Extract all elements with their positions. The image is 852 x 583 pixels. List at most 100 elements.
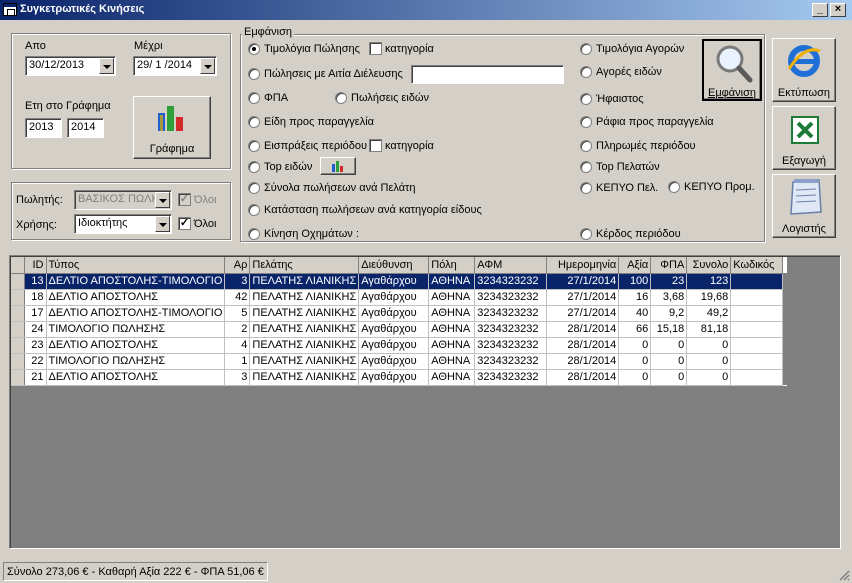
table-cell[interactable]: ΑΘΗΝΑ — [428, 273, 476, 290]
table-cell[interactable]: 4 — [224, 337, 251, 354]
seller-select[interactable]: ΒΑΣΙΚΟΣ ΠΩΛΗ — [74, 190, 172, 210]
table-cell[interactable]: ΑΘΗΝΑ — [428, 289, 476, 306]
table-cell[interactable]: 3234323232 — [474, 369, 548, 386]
table-cell[interactable]: Αγαθάρχου — [358, 305, 430, 322]
table-cell[interactable]: 0 — [650, 353, 688, 370]
to-date-picker[interactable]: 29/ 1 /2014 — [133, 56, 217, 76]
table-cell[interactable]: ΠΕΛΑΤΗΣ ΛΙΑΝΙΚΗΣ — [249, 369, 360, 386]
table-cell[interactable]: 0 — [618, 369, 652, 386]
category1-checkbox[interactable] — [369, 42, 382, 55]
radio-period-profit[interactable] — [580, 228, 592, 240]
table-cell[interactable]: 3234323232 — [474, 321, 548, 338]
table-cell[interactable]: ΑΘΗΝΑ — [428, 353, 476, 370]
table-cell[interactable]: Αγαθάρχου — [358, 321, 430, 338]
radio-vat[interactable] — [248, 92, 260, 104]
table-cell[interactable]: 28/1/2014 — [546, 369, 620, 386]
table-cell[interactable]: 123 — [686, 273, 732, 290]
table-cell[interactable]: ΠΕΛΑΤΗΣ ΛΙΑΝΙΚΗΣ — [249, 289, 360, 306]
table-cell[interactable]: 22 — [24, 353, 47, 370]
table-cell[interactable]: 49,2 — [686, 305, 732, 322]
table-cell[interactable] — [730, 337, 784, 354]
user-select[interactable]: Ιδιοκτήτης — [74, 214, 172, 234]
table-cell[interactable]: Αγαθάρχου — [358, 273, 430, 290]
table-cell[interactable]: ΔΕΛΤΙΟ ΑΠΟΣΤΟΛΗΣ — [46, 337, 226, 354]
row-indicator[interactable] — [11, 337, 25, 354]
table-cell[interactable] — [730, 273, 784, 290]
column-header[interactable]: ΑΦΜ — [474, 257, 548, 274]
table-cell[interactable] — [730, 353, 784, 370]
table-cell[interactable]: 19,68 — [686, 289, 732, 306]
radio-top-items[interactable] — [248, 161, 260, 173]
accounting-button[interactable]: Λογιστής — [772, 174, 836, 238]
table-row[interactable]: 23 ΔΕΛΤΙΟ ΑΠΟΣΤΟΛΗΣ 4 ΠΕΛΑΤΗΣ ΛΙΑΝΙΚΗΣ Αγαθά… — [11, 337, 788, 354]
radio-kepyo-sales[interactable] — [580, 182, 592, 194]
radio-sales-per-customer[interactable] — [248, 182, 260, 194]
table-cell[interactable]: ΔΕΛΤΙΟ ΑΠΟΣΤΟΛΗΣ — [46, 369, 226, 386]
table-cell[interactable]: ΠΕΛΑΤΗΣ ΛΙΑΝΙΚΗΣ — [249, 353, 360, 370]
table-cell[interactable]: 28/1/2014 — [546, 321, 620, 338]
table-cell[interactable]: 27/1/2014 — [546, 305, 620, 322]
table-cell[interactable]: 0 — [686, 353, 732, 370]
table-cell[interactable]: ΔΕΛΤΙΟ ΑΠΟΣΤΟΛΗΣ — [46, 289, 226, 306]
chevron-down-icon[interactable] — [99, 58, 114, 74]
table-cell[interactable]: 3 — [224, 369, 251, 386]
column-header[interactable]: ID — [24, 257, 47, 274]
radio-shelves-to-order[interactable] — [580, 116, 592, 128]
chevron-down-icon[interactable] — [200, 58, 215, 74]
table-cell[interactable]: 9,2 — [650, 305, 688, 322]
column-header[interactable]: Κωδικός — [730, 257, 784, 274]
reason-input[interactable] — [411, 65, 564, 84]
table-cell[interactable]: 42 — [224, 289, 251, 306]
table-cell[interactable]: 27/1/2014 — [546, 273, 620, 290]
column-header[interactable]: Πελάτης — [249, 257, 360, 274]
from-date-picker[interactable]: 30/12/2013 — [25, 56, 116, 76]
table-cell[interactable]: 3 — [224, 273, 251, 290]
table-cell[interactable]: 23 — [650, 273, 688, 290]
table-cell[interactable]: 3234323232 — [474, 353, 548, 370]
table-cell[interactable]: 0 — [650, 369, 688, 386]
radio-purchase-invoices[interactable] — [580, 43, 592, 55]
table-cell[interactable]: 17 — [24, 305, 47, 322]
resize-grip-icon[interactable] — [838, 569, 850, 581]
table-cell[interactable]: ΠΕΛΑΤΗΣ ΛΙΑΝΙΚΗΣ — [249, 337, 360, 354]
table-cell[interactable]: ΠΕΛΑΤΗΣ ΛΙΑΝΙΚΗΣ — [249, 305, 360, 322]
radio-kepyo-suppliers[interactable] — [668, 181, 680, 193]
table-cell[interactable]: 27/1/2014 — [546, 289, 620, 306]
table-cell[interactable]: 5 — [224, 305, 251, 322]
radio-period-receipts[interactable] — [248, 140, 260, 152]
row-indicator[interactable] — [11, 305, 25, 322]
table-cell[interactable]: 0 — [686, 337, 732, 354]
row-indicator[interactable] — [11, 353, 25, 370]
table-cell[interactable]: 28/1/2014 — [546, 337, 620, 354]
table-cell[interactable]: ΑΘΗΝΑ — [428, 369, 476, 386]
export-button[interactable]: Εξαγωγή — [772, 106, 836, 170]
table-row[interactable]: 21 ΔΕΛΤΙΟ ΑΠΟΣΤΟΛΗΣ 3 ΠΕΛΑΤΗΣ ΛΙΑΝΙΚΗΣ Αγαθά… — [11, 369, 788, 386]
table-cell[interactable]: 66 — [618, 321, 652, 338]
print-button[interactable]: Εκτύπωση — [772, 38, 836, 102]
table-cell[interactable]: 24 — [24, 321, 47, 338]
title-bar[interactable]: Συγκετρωτικές Κινήσεις _ × — [0, 0, 852, 20]
table-cell[interactable]: 28/1/2014 — [546, 353, 620, 370]
radio-sales-per-category[interactable] — [248, 204, 260, 216]
table-cell[interactable]: Αγαθάρχου — [358, 337, 430, 354]
table-cell[interactable] — [730, 289, 784, 306]
column-header[interactable]: Αρ — [224, 257, 251, 274]
table-cell[interactable]: ΑΘΗΝΑ — [428, 337, 476, 354]
table-cell[interactable]: 21 — [24, 369, 47, 386]
table-cell[interactable]: ΑΘΗΝΑ — [428, 321, 476, 338]
table-row[interactable]: 24 ΤΙΜΟΛΟΓΙΟ ΠΩΛΗΣΗΣ 2 ΠΕΛΑΤΗΣ ΛΙΑΝΙΚΗΣ Αγαθ… — [11, 321, 788, 338]
table-cell[interactable]: 0 — [650, 337, 688, 354]
table-cell[interactable]: ΠΕΛΑΤΗΣ ΛΙΑΝΙΚΗΣ — [249, 321, 360, 338]
row-indicator[interactable] — [11, 273, 25, 290]
table-cell[interactable]: 40 — [618, 305, 652, 322]
row-indicator[interactable] — [11, 289, 25, 306]
table-cell[interactable]: Αγαθάρχου — [358, 369, 430, 386]
year-from-input[interactable]: 2013 — [25, 118, 62, 138]
table-cell[interactable]: 13 — [24, 273, 47, 290]
table-row[interactable]: 18 ΔΕΛΤΙΟ ΑΠΟΣΤΟΛΗΣ 42 ΠΕΛΑΤΗΣ ΛΙΑΝΙΚΗΣ Αγαθ… — [11, 289, 788, 306]
table-cell[interactable]: 81,18 — [686, 321, 732, 338]
chevron-down-icon[interactable] — [155, 216, 170, 232]
table-cell[interactable]: 3234323232 — [474, 305, 548, 322]
close-button[interactable]: × — [830, 3, 846, 17]
table-cell[interactable] — [730, 305, 784, 322]
